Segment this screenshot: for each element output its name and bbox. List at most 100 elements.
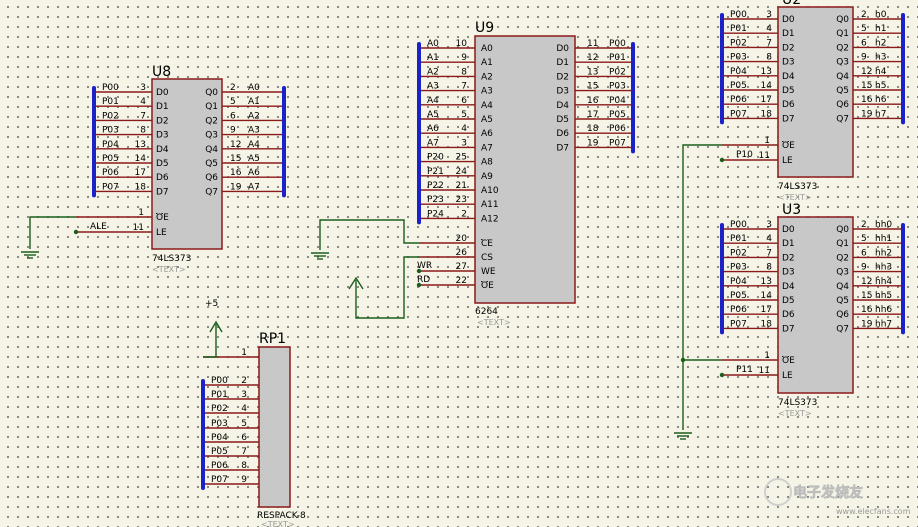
u8-type-label: 74LS373 [152,254,191,264]
u9-pin-num: 5 [461,110,467,120]
u8-pin-name: Q7 [205,187,218,197]
u2-pin-num: 14 [761,81,773,91]
u2-pin-name: Q2 [836,43,849,53]
u2-pin-name: D1 [782,29,795,39]
u3-pin-num: 7 [766,248,772,258]
u3-pin-name: Q7 [836,324,849,334]
u8-pin-name: D7 [156,187,169,197]
u2-pin-num: 8 [766,53,772,63]
u9-net-label: A2 [427,67,439,77]
u9-pin-num: 17 [587,110,598,120]
u9-pin-num: 12 [587,53,598,63]
u9-pin-num: 26 [456,248,468,258]
u9-cs-power-wire [355,256,419,319]
u9-net-label: A1 [427,53,439,63]
u9-net-label: P05 [609,110,626,120]
u3-pin-name: D1 [782,239,795,249]
u8-net-label: A7 [248,182,260,192]
u3-net-label: P05 [730,291,747,301]
u9-pin-num: 13 [587,67,598,77]
u2-net-label: h0 [875,10,887,20]
u9-pin-name: D5 [556,115,569,125]
u3-pin-name: D7 [782,324,795,334]
u3-pin-name: Q5 [836,296,849,306]
u8-pin-num: 15 [230,154,241,164]
u8-net-label: A0 [248,83,260,93]
u9-pin-num: 8 [461,67,467,77]
u2-net-label: h6 [875,95,887,105]
u8-pin-name: D2 [156,116,169,126]
u9-net-label: P06 [609,124,626,134]
u8-pin-name: Q3 [205,131,218,141]
u2-pin-num: 6 [861,38,867,48]
u9-type-label: 6264 [475,307,498,317]
u9-ref-label: U9 [475,20,494,36]
u9-net-label: P20 [427,153,444,163]
u3-pin-name: D5 [782,296,795,306]
u9-pin-name: A10 [481,186,499,196]
u8-pin-num: 12 [230,140,241,150]
u9-pin-name: A1 [481,58,493,68]
u8-net-label: P04 [102,140,119,150]
u9-pin-num: 24 [456,167,468,177]
u9-text-placeholder: <TEXT> [477,318,511,327]
u2-net-label: h1 [875,24,886,34]
u2-net-label: h2 [875,38,886,48]
u8-net-label: P07 [102,182,119,192]
u9-net-label: P01 [609,53,626,63]
u8-pin-num: 13 [135,140,146,150]
rp1-net-label: P06 [211,461,228,471]
u8-pin-name: Q5 [205,159,218,169]
u2-pin-num: 7 [766,38,772,48]
rp1-text-placeholder: <TEXT> [261,520,295,527]
u9-pin-num: 27 [456,262,467,272]
u3-net-label: P07 [730,319,747,329]
u8-oe-ground-wire [29,216,76,249]
u2-net-label: h5 [875,81,886,91]
u3-pin-num: 1 [764,351,770,361]
rp1-net-label: P04 [211,433,228,443]
u2-type-label: 74LS373 [778,182,817,192]
u9-pin-name: D6 [556,129,569,139]
u8-pin-num: 18 [135,182,147,192]
u2-pin-name: D3 [782,58,795,68]
u2-pin-num: 18 [761,109,773,119]
u9-pin-name: A11 [481,200,499,210]
u2-pin-num: 11 [759,151,770,161]
u3-net-label: hh7 [875,319,892,329]
u2-net-label: h7 [875,109,886,119]
rp1-pin-num: 5 [241,419,247,429]
u2-pin-num: 1 [764,136,770,146]
u3-pin-num: 16 [861,305,873,315]
u8-net-label: A6 [248,168,260,178]
u8-pin-num: 9 [230,126,236,136]
u9-net-label: A3 [427,82,439,92]
u8-pin-num: 6 [230,111,236,121]
u8-pin-name: D4 [156,145,169,155]
rp1-pin-num: 7 [241,447,247,457]
u3-pin-num: 9 [861,263,867,273]
u3-pin-name: Q1 [836,239,849,249]
u9-net-label: P23 [427,195,444,205]
u9-pin-name: A4 [481,101,493,111]
u9-pin-name: CS [481,253,493,263]
rp1-pin-num: 6 [241,433,247,443]
u3-le-junction [719,372,725,378]
u9-pin-num: 25 [456,153,467,163]
u3-pin-num: 17 [761,305,772,315]
u9-pin-name: WE [481,267,496,277]
u8-pin-num: 11 [133,223,144,233]
u9-pin-num: 22 [456,276,467,286]
u3-pin-num: 14 [761,291,773,301]
u8-net-label: A3 [248,126,260,136]
u3-pin-num: 5 [861,234,867,244]
u9-pin-name: D4 [556,101,569,111]
u8-le-net-label: ALE [90,222,107,232]
u2-net-label: h3 [875,53,886,63]
rp1-net-label: P01 [211,390,228,400]
u3-pin-name: Q2 [836,253,849,263]
u3-net-label: hh4 [875,277,892,287]
u8-pin-name: Q4 [205,145,218,155]
u9-pin-num: 16 [587,96,599,106]
rp1-power-label: +5 [205,299,218,309]
